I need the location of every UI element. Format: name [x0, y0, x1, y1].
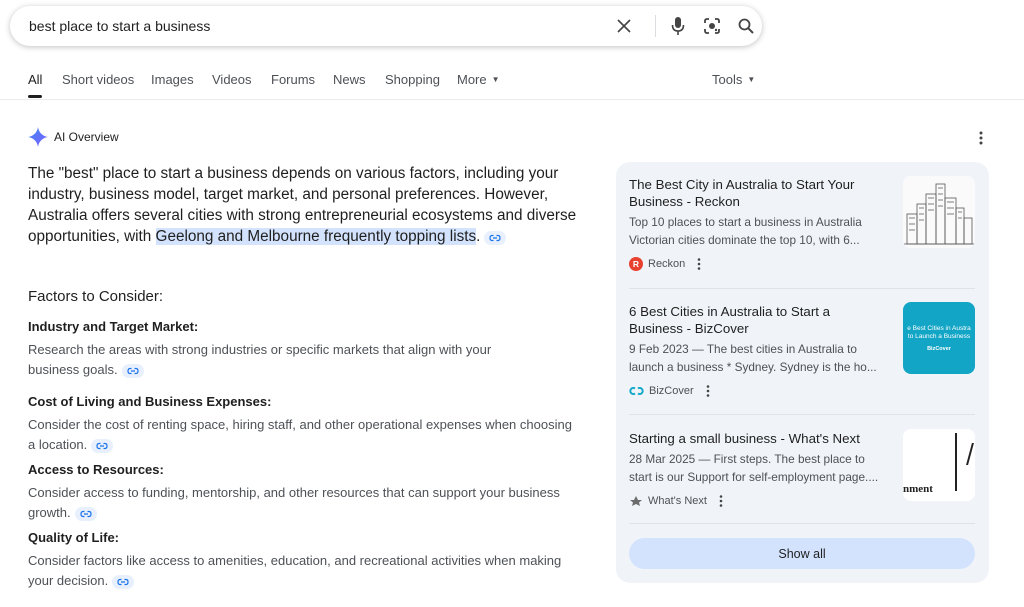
factor-desc-text: Consider factors like access to amenitie… [28, 553, 562, 588]
chevron-down-icon: ▼ [747, 75, 756, 84]
summary-highlight: Geelong and Melbourne frequently topping… [155, 228, 477, 245]
source-thumbnail[interactable] [903, 176, 975, 248]
tab-more[interactable]: More ▼ [457, 72, 500, 87]
factor-item: Industry and Target Market: Research the… [28, 318, 588, 379]
show-all-button[interactable]: Show all [629, 538, 975, 569]
sources-panel: The Best City in Australia to Start Your… [616, 162, 989, 583]
source-site-name: Reckon [648, 258, 686, 270]
link-icon[interactable] [484, 231, 507, 245]
search-divider [655, 15, 656, 37]
factor-desc: Research the areas with strong industrie… [28, 340, 543, 379]
thumbnail-glyph [966, 443, 975, 465]
tab-news[interactable]: News [333, 72, 366, 87]
thumbnail-brand: BizCover [927, 345, 951, 352]
source-thumbnail[interactable]: nment [903, 429, 975, 501]
bizcover-favicon [629, 387, 644, 395]
factor-desc: Consider the cost of renting space, hiri… [28, 415, 573, 454]
reckon-favicon: R [629, 257, 643, 271]
search-bar [10, 6, 762, 46]
source-title[interactable]: The Best City in Australia to Start Your… [629, 176, 884, 210]
tab-more-label: More [457, 72, 487, 87]
ai-overview-label: AI Overview [54, 130, 119, 144]
search-icon[interactable] [735, 15, 757, 37]
chevron-down-icon: ▼ [491, 75, 500, 84]
factors-heading: Factors to Consider: [28, 288, 164, 305]
source-snippet: Top 10 places to start a business in Aus… [629, 213, 891, 249]
source-snippet: 9 Feb 2023 — The best cities in Australi… [629, 340, 891, 376]
link-icon[interactable] [121, 363, 144, 378]
factor-title: Cost of Living and Business Expenses: [28, 394, 272, 409]
more-options-icon[interactable] [695, 257, 703, 271]
factor-item: Access to Resources: Consider access to … [28, 461, 588, 522]
microphone-icon[interactable] [667, 15, 689, 37]
factor-desc-text: Research the areas with strong industrie… [28, 342, 492, 377]
divider [629, 414, 975, 415]
tab-videos[interactable]: Videos [212, 72, 252, 87]
thumbnail-caption: e Best Cities in Austra to Launch a Busi… [907, 324, 971, 340]
factor-desc: Consider factors like access to amenitie… [28, 551, 576, 590]
search-input[interactable] [29, 17, 589, 35]
tab-short-videos[interactable]: Short videos [62, 72, 134, 87]
factor-desc: Consider access to funding, mentorship, … [28, 483, 568, 522]
link-icon[interactable] [74, 506, 97, 521]
snippet-line: 28 Mar 2025 — First steps. The best plac… [629, 452, 865, 466]
thumbnail-caption: nment [903, 483, 933, 495]
more-options-icon[interactable] [717, 494, 725, 508]
snippet-line: Victorian cities dominate the top 10, wi… [629, 233, 860, 247]
snippet-line: launch a business * Sydney. Sydney is th… [629, 360, 877, 374]
clear-icon[interactable] [613, 15, 635, 37]
link-icon[interactable] [112, 574, 135, 589]
factor-item: Cost of Living and Business Expenses: Co… [28, 393, 588, 454]
sparkle-icon [28, 127, 48, 147]
source-site-name: BizCover [649, 385, 694, 397]
factor-title: Industry and Target Market: [28, 319, 199, 334]
source-title[interactable]: 6 Best Cities in Australia to Start a Bu… [629, 303, 884, 337]
active-tab-indicator [28, 95, 42, 98]
whats-next-favicon [630, 496, 642, 506]
snippet-line: 9 Feb 2023 — The best cities in Australi… [629, 342, 857, 356]
source-site: R Reckon [629, 257, 975, 271]
tab-shopping[interactable]: Shopping [385, 72, 440, 87]
link-icon[interactable] [91, 438, 114, 453]
tools-label: Tools [712, 72, 743, 87]
thumbnail-rule [955, 433, 957, 491]
source-site: BizCover [629, 384, 975, 398]
tab-all[interactable]: All [28, 72, 42, 87]
favicon-letter: R [632, 259, 640, 269]
divider [629, 523, 975, 524]
city-skyline-image [903, 176, 975, 248]
factor-item: Quality of Life: Consider factors like a… [28, 529, 588, 590]
snippet-line: Top 10 places to start a business in Aus… [629, 215, 862, 229]
source-thumbnail[interactable]: e Best Cities in Austra to Launch a Busi… [903, 302, 975, 374]
source-site-name: What's Next [648, 495, 707, 507]
camera-lens-icon[interactable] [701, 15, 723, 37]
tab-images[interactable]: Images [151, 72, 194, 87]
factor-title: Access to Resources: [28, 462, 164, 477]
source-title[interactable]: Starting a small business - What's Next [629, 430, 884, 447]
ai-summary: The "best" place to start a business dep… [28, 163, 580, 247]
ai-overview-header: AI Overview [28, 127, 119, 147]
factor-title: Quality of Life: [28, 530, 119, 545]
factor-desc-text: Consider access to funding, mentorship, … [28, 485, 560, 520]
summary-end: . [476, 228, 481, 245]
snippet-line: start is our Support for self-employment… [629, 470, 879, 484]
search-tabs: All Short videos Images Videos Forums Ne… [0, 62, 1024, 100]
tab-forums[interactable]: Forums [271, 72, 315, 87]
more-options-icon[interactable] [974, 129, 988, 147]
more-options-icon[interactable] [704, 384, 712, 398]
divider [629, 288, 975, 289]
source-snippet: 28 Mar 2025 — First steps. The best plac… [629, 450, 891, 486]
tools-button[interactable]: Tools ▼ [712, 72, 755, 87]
